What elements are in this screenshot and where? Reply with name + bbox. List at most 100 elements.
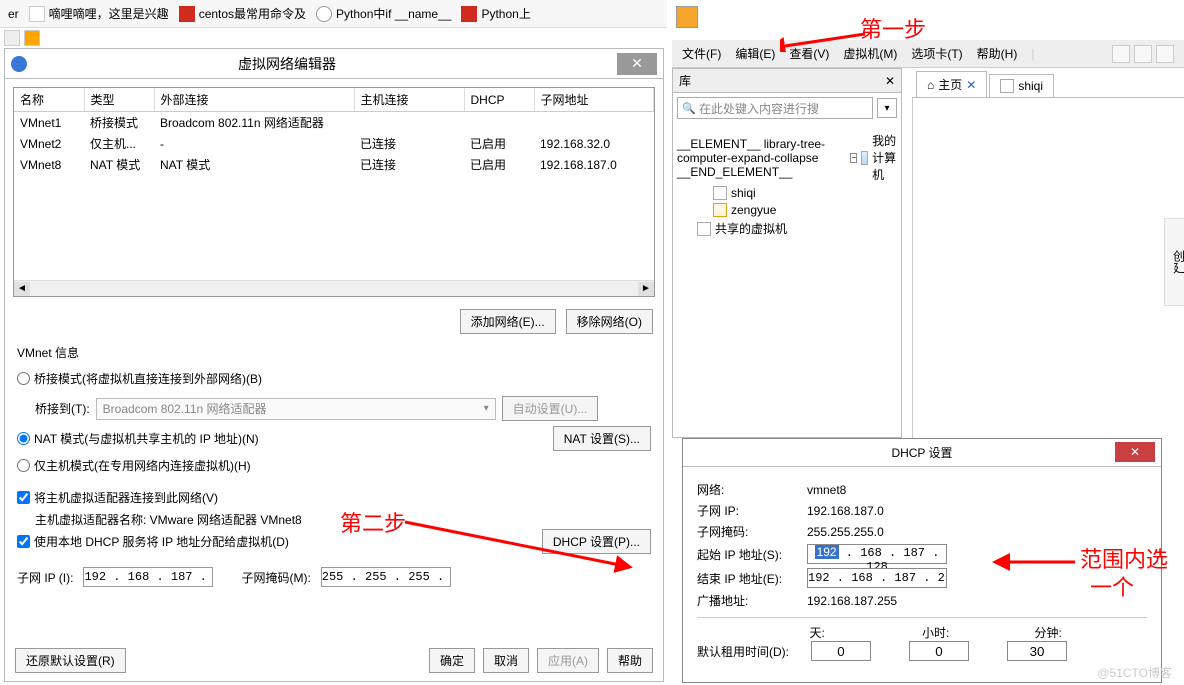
bridge-to-label: 桥接到(T): bbox=[35, 400, 90, 417]
nat-radio[interactable] bbox=[17, 432, 30, 445]
col-subnet[interactable]: 子网地址 bbox=[534, 88, 654, 112]
bridge-to-combo[interactable]: Broadcom 802.11n 网络适配器▾ bbox=[96, 398, 496, 420]
menu-tabs[interactable]: 选项卡(T) bbox=[911, 45, 962, 62]
col-ext[interactable]: 外部连接 bbox=[154, 88, 354, 112]
bookmark-item[interactable]: 嘀哩嘀哩，这里是兴趣 bbox=[29, 5, 169, 22]
host-adapter-name: 主机虚拟适配器名称: VMware 网络适配器 VMnet8 bbox=[35, 511, 663, 528]
col-host[interactable]: 主机连接 bbox=[354, 88, 464, 112]
toolbar-icon[interactable] bbox=[1134, 45, 1152, 63]
favicon-icon bbox=[316, 6, 332, 22]
table-row[interactable]: VMnet2仅主机...-已连接已启用192.168.32.0 bbox=[14, 133, 654, 154]
dhcp-net-label: 网络: bbox=[697, 481, 807, 498]
dhcp-settings-button[interactable]: DHCP 设置(P)... bbox=[542, 529, 651, 554]
table-row[interactable]: VMnet8NAT 模式NAT 模式已连接已启用192.168.187.0 bbox=[14, 154, 654, 175]
menu-view[interactable]: 查看(V) bbox=[789, 45, 829, 62]
cancel-button[interactable]: 取消 bbox=[483, 648, 529, 673]
lease-hour-input[interactable] bbox=[909, 641, 969, 661]
close-button[interactable]: ✕ bbox=[617, 53, 657, 75]
subnet-mask-input[interactable] bbox=[321, 567, 451, 587]
col-type[interactable]: 类型 bbox=[84, 88, 154, 112]
bookmark-item[interactable]: Python中if __name__ bbox=[316, 5, 451, 22]
subnet-ip-label: 子网 IP (I): bbox=[17, 569, 73, 586]
add-network-button[interactable]: 添加网络(E)... bbox=[460, 309, 556, 334]
hostonly-label: 仅主机模式(在专用网络内连接虚拟机)(H) bbox=[34, 457, 251, 474]
collapse-icon[interactable]: − bbox=[850, 153, 857, 163]
ok-button[interactable]: 确定 bbox=[429, 648, 475, 673]
vm-icon bbox=[1000, 79, 1014, 93]
scroll-left-icon[interactable]: ◄ bbox=[14, 282, 30, 296]
menu-edit[interactable]: 编辑(E) bbox=[735, 45, 775, 62]
dhcp-settings-dialog: DHCP 设置 ✕ 网络:vmnet8 子网 IP:192.168.187.0 … bbox=[682, 438, 1162, 683]
tab-home[interactable]: ⌂主页✕ bbox=[916, 71, 987, 97]
col-day: 天: bbox=[810, 624, 923, 641]
menu-bar: 文件(F) 编辑(E) 查看(V) 虚拟机(M) 选项卡(T) 帮助(H) | bbox=[672, 40, 1184, 68]
library-panel: 库 ✕ 🔍 在此处键入内容进行搜 ▾ __ELEMENT__ library-t… bbox=[672, 68, 902, 438]
dhcp-net-value: vmnet8 bbox=[807, 483, 846, 497]
auto-settings-button[interactable]: 自动设置(U)... bbox=[502, 396, 599, 421]
image-icon[interactable] bbox=[24, 30, 40, 46]
dhcp-dialog-title: DHCP 设置 bbox=[891, 444, 952, 461]
close-icon[interactable]: ✕ bbox=[966, 78, 976, 92]
tree-node-shared[interactable]: 共享的虚拟机 bbox=[677, 220, 897, 237]
chevron-down-icon: ▾ bbox=[484, 403, 489, 414]
dhcp-checkbox[interactable] bbox=[17, 535, 30, 548]
menu-help[interactable]: 帮助(H) bbox=[977, 45, 1018, 62]
col-min: 分钟: bbox=[1035, 624, 1148, 641]
restore-defaults-button[interactable]: 还原默认设置(R) bbox=[15, 648, 126, 673]
lease-min-input[interactable] bbox=[1007, 641, 1067, 661]
tree-node[interactable]: zengyue bbox=[677, 203, 897, 217]
menu-file[interactable]: 文件(F) bbox=[682, 45, 721, 62]
toolbar-icon[interactable] bbox=[1156, 45, 1174, 63]
host-adapter-label: 将主机虚拟适配器连接到此网络(V) bbox=[34, 489, 218, 506]
side-create-strip[interactable]: 创廴 bbox=[1164, 218, 1184, 306]
library-search-input[interactable]: 🔍 在此处键入内容进行搜 bbox=[677, 97, 873, 119]
default-lease-label: 默认租用时间(D): bbox=[697, 643, 807, 660]
bookmark-item[interactable]: centos最常用命令及 bbox=[179, 5, 306, 22]
bridge-radio[interactable] bbox=[17, 372, 30, 385]
scroll-right-icon[interactable]: ► bbox=[638, 282, 654, 296]
lease-day-input[interactable] bbox=[811, 641, 871, 661]
toolbar-icon[interactable] bbox=[4, 30, 20, 46]
shared-icon bbox=[697, 222, 711, 236]
nat-settings-button[interactable]: NAT 设置(S)... bbox=[553, 426, 651, 451]
toolbar-icon[interactable] bbox=[1112, 45, 1130, 63]
virtual-network-editor-dialog: 虚拟网络编辑器 ✕ 名称 类型 外部连接 主机连接 DHCP 子网地址 VMne… bbox=[4, 48, 664, 682]
dhcp-subnet-value: 192.168.187.0 bbox=[807, 504, 884, 518]
tab-shiqi[interactable]: shiqi bbox=[989, 74, 1054, 97]
content-area: 创廴 bbox=[912, 98, 1184, 438]
dhcp-mask-label: 子网掩码: bbox=[697, 523, 807, 540]
horizontal-scrollbar[interactable]: ◄► bbox=[14, 280, 654, 296]
help-button[interactable]: 帮助 bbox=[607, 648, 653, 673]
search-dropdown-button[interactable]: ▾ bbox=[877, 98, 897, 118]
vmware-logo-icon bbox=[676, 6, 698, 28]
bookmark-item[interactable]: Python上 bbox=[461, 5, 530, 22]
dhcp-broadcast-value: 192.168.187.255 bbox=[807, 594, 897, 608]
remove-network-button[interactable]: 移除网络(O) bbox=[566, 309, 653, 334]
vm-icon bbox=[713, 203, 727, 217]
close-button[interactable]: ✕ bbox=[1115, 442, 1155, 462]
network-table[interactable]: 名称 类型 外部连接 主机连接 DHCP 子网地址 VMnet1桥接模式Broa… bbox=[13, 87, 655, 297]
tree-node-root[interactable]: __ELEMENT__ library-tree-computer-expand… bbox=[677, 132, 897, 183]
dhcp-end-label: 结束 IP 地址(E): bbox=[697, 570, 807, 587]
bookmark-item[interactable]: er bbox=[8, 7, 19, 21]
col-name[interactable]: 名称 bbox=[14, 88, 84, 112]
table-row[interactable]: VMnet1桥接模式Broadcom 802.11n 网络适配器 bbox=[14, 112, 654, 134]
library-tree: __ELEMENT__ library-tree-computer-expand… bbox=[673, 123, 901, 246]
favicon-icon bbox=[29, 6, 45, 22]
menu-vm[interactable]: 虚拟机(M) bbox=[843, 45, 897, 62]
subnet-mask-label: 子网掩码(M): bbox=[241, 569, 310, 586]
hostonly-radio[interactable] bbox=[17, 459, 30, 472]
apply-button[interactable]: 应用(A) bbox=[537, 648, 599, 673]
subnet-ip-input[interactable] bbox=[83, 567, 213, 587]
watermark: @51CTO博客 bbox=[1097, 664, 1172, 681]
dhcp-start-input[interactable]: 192 . 168 . 187 . 128 bbox=[807, 544, 947, 564]
tab-bar: ⌂主页✕ shiqi bbox=[912, 68, 1184, 98]
col-dhcp[interactable]: DHCP bbox=[464, 88, 534, 112]
host-adapter-checkbox[interactable] bbox=[17, 491, 30, 504]
dialog-title: 虚拟网络编辑器 bbox=[0, 54, 617, 74]
tree-node[interactable]: shiqi bbox=[677, 186, 897, 200]
close-icon[interactable]: ✕ bbox=[885, 74, 895, 88]
dhcp-subnet-label: 子网 IP: bbox=[697, 502, 807, 519]
dhcp-end-input[interactable] bbox=[807, 568, 947, 588]
computer-icon bbox=[861, 151, 868, 165]
